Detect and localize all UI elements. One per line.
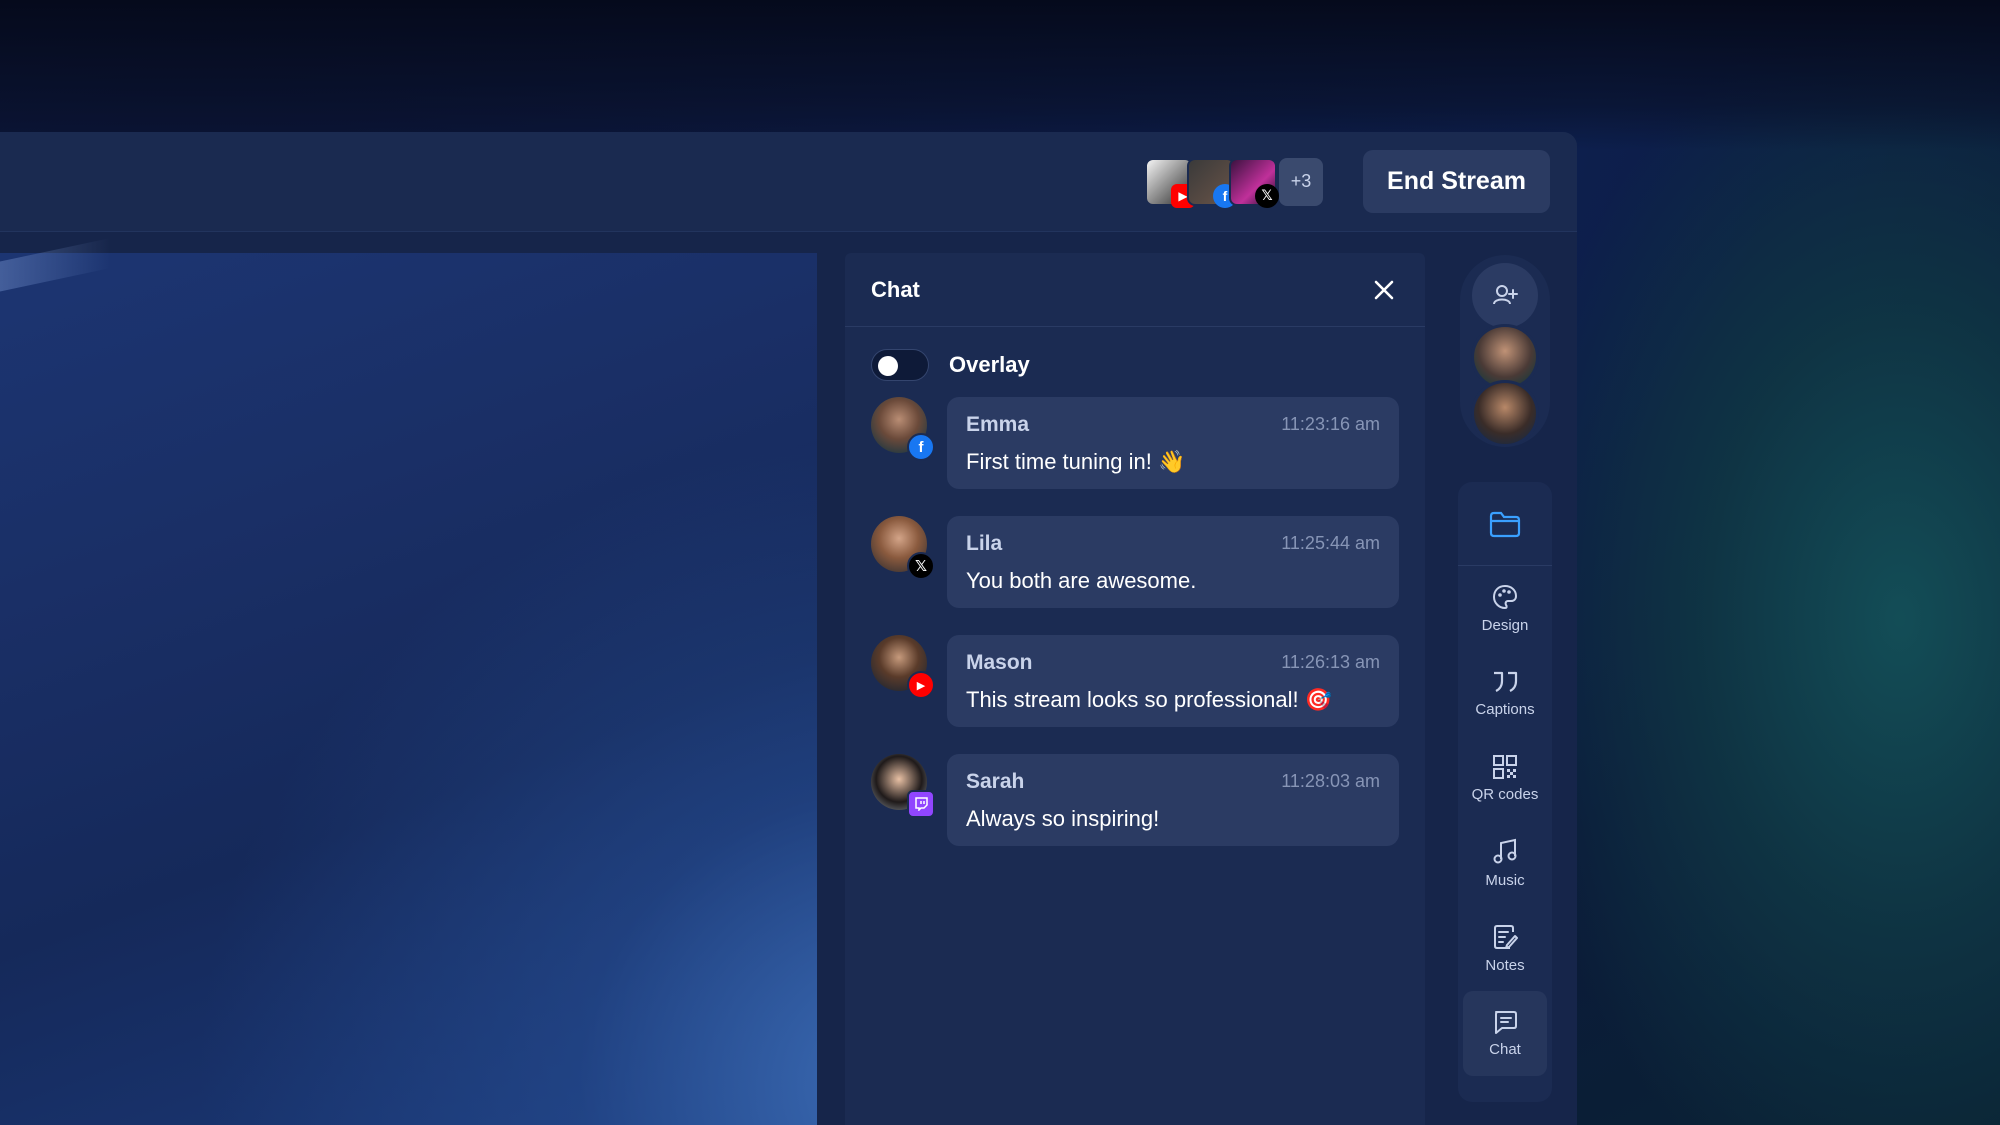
chat-header: Chat — [845, 253, 1425, 327]
twitch-icon — [907, 790, 935, 818]
chat-message: ▶ Mason 11:26:13 am This stream looks so… — [871, 635, 1399, 727]
x-icon: 𝕏 — [907, 552, 935, 580]
overlay-label: Overlay — [949, 352, 1030, 377]
preview-light-streak — [0, 238, 110, 298]
chat-message: f Emma 11:23:16 am First time tuning in!… — [871, 397, 1399, 489]
facebook-icon: f — [907, 433, 935, 461]
chat-messages: f Emma 11:23:16 am First time tuning in!… — [845, 383, 1425, 846]
tool-label: Design — [1481, 617, 1529, 634]
message-bubble: Emma 11:23:16 am First time tuning in! 👋 — [947, 397, 1399, 489]
tool-label: Chat — [1489, 1041, 1521, 1058]
destination-youtube: ▶ — [1145, 157, 1195, 208]
guest-avatar[interactable] — [1471, 380, 1539, 447]
destination-x: 𝕏 — [1229, 157, 1279, 208]
music-tool[interactable]: Music — [1458, 821, 1552, 906]
notes-icon — [1494, 925, 1518, 949]
captions-tool[interactable]: Captions — [1458, 651, 1552, 736]
background-top-shade — [0, 0, 2000, 150]
chat-tool[interactable]: Chat — [1463, 991, 1547, 1076]
message-text: You both are awesome. — [966, 568, 1197, 593]
tool-label: QR codes — [1471, 786, 1539, 803]
avatar: f — [871, 397, 935, 461]
message-text: Always so inspiring! — [966, 806, 1160, 831]
top-bar: ▶ f 𝕏 +3 End Stream — [0, 132, 1577, 232]
tool-rail: Design Captions QR codes Music Notes Cha… — [1458, 482, 1552, 1102]
design-tool[interactable]: Design — [1458, 566, 1552, 651]
close-icon[interactable] — [1369, 275, 1399, 305]
music-note-icon — [1493, 838, 1517, 864]
message-text: First time tuning in! 👋 — [966, 449, 1186, 474]
chat-message: 𝕏 Lila 11:25:44 am You both are awesome. — [871, 516, 1399, 608]
avatar — [871, 754, 935, 818]
studio-window: ▶ f 𝕏 +3 End Stream Chat Overlay f Emma … — [0, 132, 1577, 1125]
stream-destinations[interactable]: ▶ f 𝕏 +3 — [1145, 156, 1323, 208]
avatar: 𝕏 — [871, 516, 935, 580]
folder-icon — [1489, 511, 1521, 537]
more-destinations-badge[interactable]: +3 — [1279, 157, 1323, 206]
tool-label: Captions — [1475, 701, 1535, 718]
message-bubble: Sarah 11:28:03 am Always so inspiring! — [947, 754, 1399, 846]
message-text: This stream looks so professional! 🎯 — [966, 687, 1333, 712]
message-time: 11:26:13 am — [1281, 652, 1380, 672]
video-preview — [0, 238, 817, 1125]
tool-label: Notes — [1485, 957, 1525, 974]
overlay-row: Overlay — [845, 327, 1425, 383]
palette-icon — [1492, 584, 1518, 610]
tool-label: Music — [1485, 872, 1525, 889]
end-stream-button[interactable]: End Stream — [1363, 150, 1550, 213]
quote-icon — [1494, 671, 1518, 692]
message-time: 11:23:16 am — [1281, 414, 1380, 434]
message-time: 11:25:44 am — [1281, 533, 1380, 553]
media-folder-button[interactable] — [1458, 482, 1552, 566]
overlay-toggle[interactable] — [871, 349, 929, 381]
add-guest-icon[interactable] — [1472, 263, 1538, 328]
toggle-knob — [878, 356, 898, 376]
chat-panel: Chat Overlay f Emma 11:23:16 am First ti… — [845, 253, 1425, 1125]
qr-code-icon — [1493, 755, 1517, 779]
notes-tool[interactable]: Notes — [1458, 906, 1552, 991]
chat-message: Sarah 11:28:03 am Always so inspiring! — [871, 754, 1399, 846]
destination-facebook: f — [1187, 157, 1237, 208]
chat-title: Chat — [871, 276, 920, 302]
message-bubble: Mason 11:26:13 am This stream looks so p… — [947, 635, 1399, 727]
x-icon: 𝕏 — [1255, 183, 1279, 208]
youtube-icon: ▶ — [907, 671, 935, 699]
qr-codes-tool[interactable]: QR codes — [1458, 736, 1552, 821]
avatar: ▶ — [871, 635, 935, 699]
chat-icon — [1495, 1011, 1517, 1034]
message-bubble: Lila 11:25:44 am You both are awesome. — [947, 516, 1399, 608]
guest-rail — [1460, 255, 1550, 447]
message-time: 11:28:03 am — [1281, 771, 1380, 791]
